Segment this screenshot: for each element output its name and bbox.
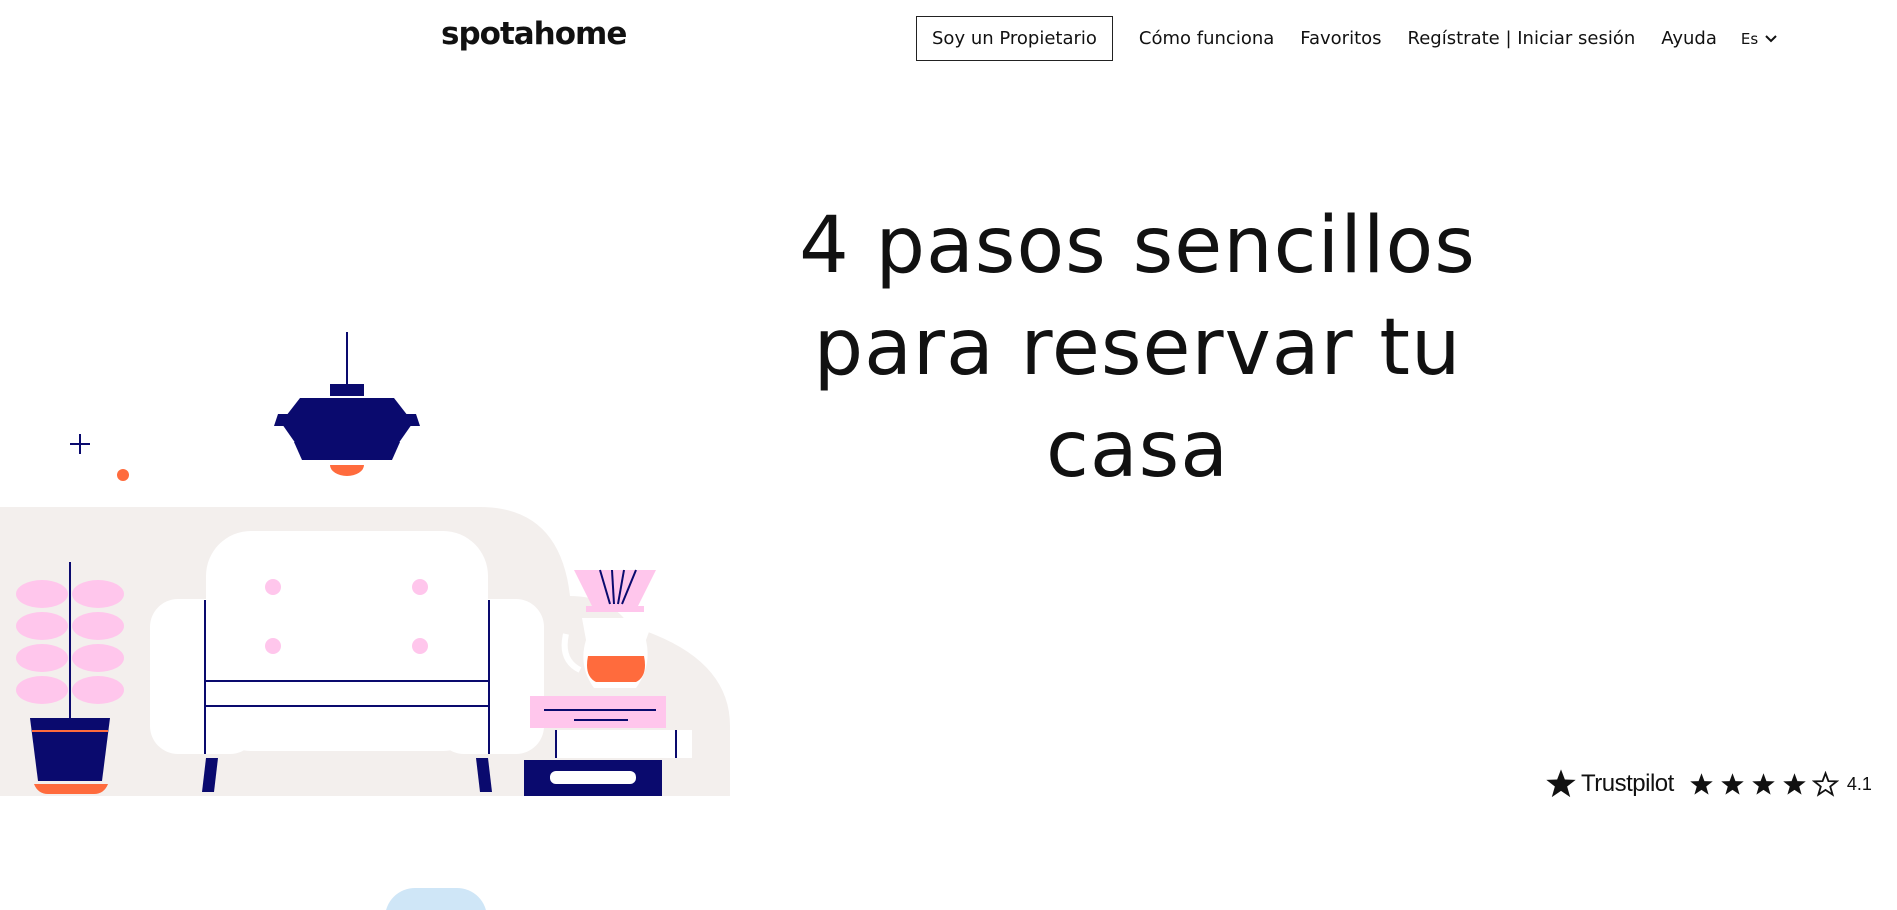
star-filled-icon xyxy=(1752,772,1775,795)
nav-link-register-login[interactable]: Regístrate | Iniciar sesión xyxy=(1408,28,1636,49)
hero-title: 4 pasos sencillos para reservar tu casa xyxy=(770,195,1505,501)
plus-icon xyxy=(70,434,90,454)
star-empty-icon xyxy=(1811,770,1839,797)
pendant-lamp-icon xyxy=(274,332,420,476)
language-selector[interactable]: Es xyxy=(1741,30,1777,48)
star-filled-icon xyxy=(1690,772,1713,795)
language-label: Es xyxy=(1740,29,1759,48)
trustpilot-brand: Trustpilot xyxy=(1581,770,1674,797)
main-nav: Soy un Propietario Cómo funciona Favorit… xyxy=(916,16,1777,61)
star-filled-icon xyxy=(1783,772,1806,795)
page: spotahome Soy un Propietario Cómo funcio… xyxy=(0,0,1897,910)
spotahome-logo[interactable]: spotahome xyxy=(441,16,627,52)
next-section-icon-bubble xyxy=(385,888,487,910)
trustpilot-rating[interactable]: Trustpilot 4.1 xyxy=(1545,764,1872,804)
nav-link-favorites[interactable]: Favoritos xyxy=(1300,28,1381,49)
living-room-illustration xyxy=(0,332,730,796)
rating-value: 4.1 xyxy=(1846,773,1872,794)
owner-button[interactable]: Soy un Propietario xyxy=(916,16,1113,61)
orange-dot xyxy=(117,469,129,481)
hero-title-line-3: casa xyxy=(1045,405,1230,495)
nav-link-help[interactable]: Ayuda xyxy=(1661,28,1717,49)
chevron-down-icon xyxy=(1765,34,1777,42)
rating-stars xyxy=(1688,770,1839,798)
trustpilot-star-icon xyxy=(1546,769,1576,798)
hero-title-line-2: para reservar tu xyxy=(813,303,1462,393)
star-filled-icon xyxy=(1721,772,1744,795)
nav-link-how-it-works[interactable]: Cómo funciona xyxy=(1139,28,1274,49)
hero-title-line-1: 4 pasos sencillos xyxy=(799,201,1476,291)
